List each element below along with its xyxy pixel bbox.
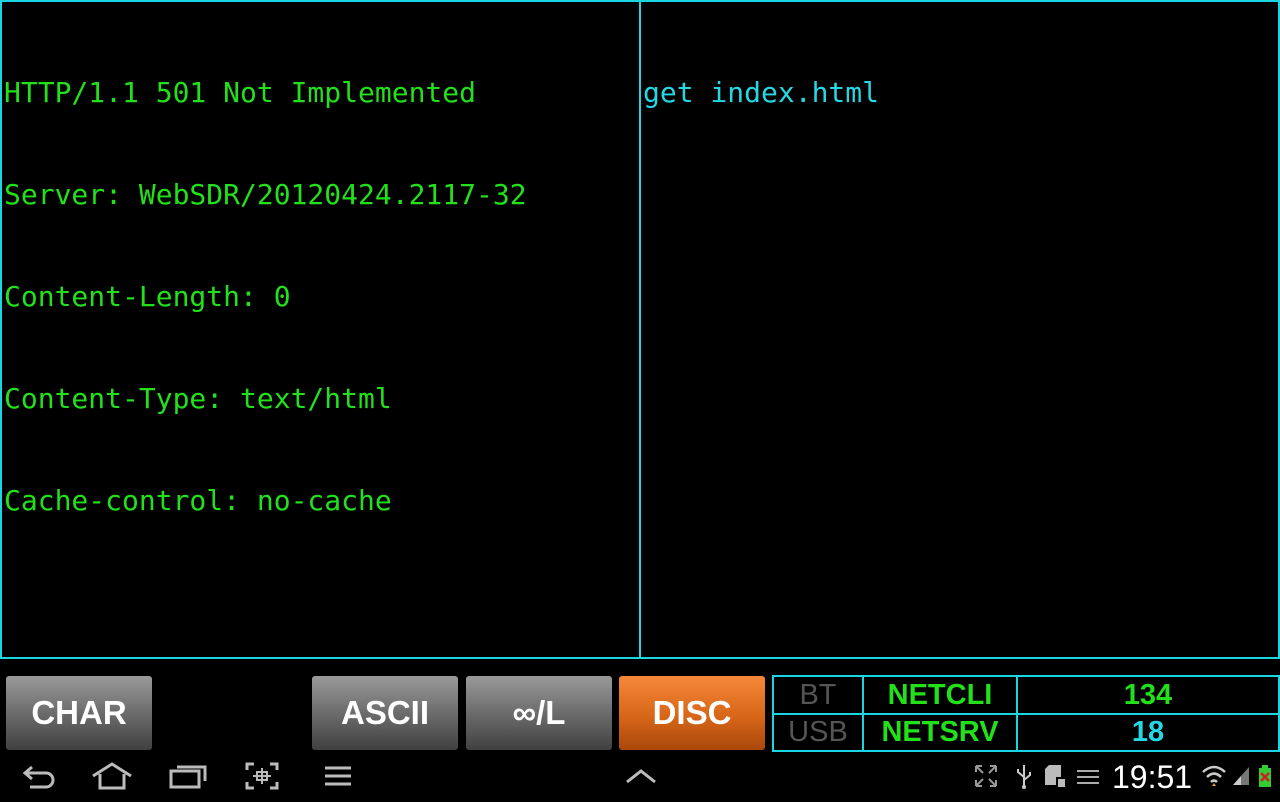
- disconnect-button[interactable]: DISC: [619, 676, 765, 750]
- output-line: HTTP/1.1 501 Not Implemented: [4, 76, 477, 109]
- output-line: Content-Length: 0: [4, 280, 291, 313]
- netsrv-byte-count: 18: [1016, 713, 1278, 750]
- fullscreen-icon: [972, 752, 1000, 800]
- system-clock: 19:51: [1112, 759, 1193, 795]
- sent-lines: get index.html: [641, 2, 1278, 178]
- received-output-pane[interactable]: HTTP/1.1 501 Not Implemented Server: Web…: [0, 0, 642, 659]
- char-mode-button[interactable]: CHAR: [6, 676, 152, 750]
- output-line: Content-Type: text/html: [4, 382, 392, 415]
- wifi-icon: [1200, 752, 1228, 800]
- home-icon[interactable]: [90, 752, 134, 800]
- usb-status-label[interactable]: USB: [774, 713, 862, 750]
- netcli-status-label[interactable]: NETCLI: [862, 677, 1016, 713]
- recent-apps-icon[interactable]: [166, 752, 210, 800]
- menu-icon[interactable]: [320, 752, 356, 800]
- bt-status-label[interactable]: BT: [774, 677, 862, 713]
- connection-status-grid: BT NETCLI 134 USB NETSRV 18: [772, 675, 1280, 752]
- system-navigation-bar: [0, 752, 1280, 800]
- received-lines: HTTP/1.1 501 Not Implemented Server: Web…: [2, 2, 640, 586]
- input-line: get index.html: [643, 76, 880, 109]
- send-input-pane[interactable]: get index.html: [639, 0, 1280, 659]
- sd-card-icon: [1042, 752, 1068, 800]
- screenshot-icon[interactable]: [242, 752, 282, 800]
- ascii-mode-button[interactable]: ASCII: [312, 676, 458, 750]
- app-notification-icon: [1074, 752, 1102, 800]
- netcli-byte-count: 134: [1016, 677, 1278, 713]
- output-line: Cache-control: no-cache: [4, 484, 392, 517]
- usb-icon: [1012, 752, 1036, 800]
- output-line: Server: WebSDR/20120424.2117-32: [4, 178, 527, 211]
- battery-icon: [1256, 752, 1274, 800]
- back-icon[interactable]: [18, 752, 60, 800]
- signal-icon: [1230, 752, 1252, 800]
- netsrv-status-label[interactable]: NETSRV: [862, 713, 1016, 750]
- loop-line-button[interactable]: ∞/L: [466, 676, 612, 750]
- up-chevron-icon[interactable]: [622, 752, 660, 800]
